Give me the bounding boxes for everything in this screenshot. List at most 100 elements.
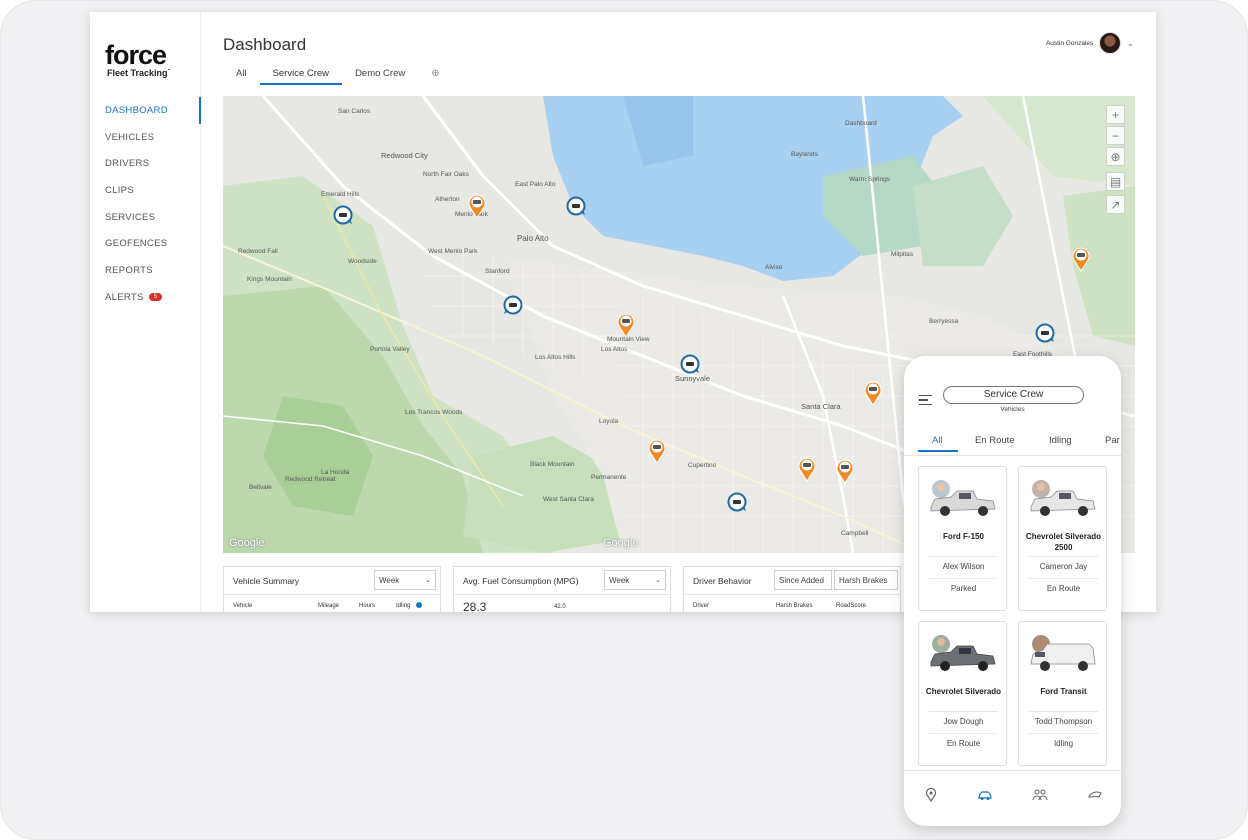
map-place-label: Sunnyvale [675, 374, 711, 383]
tab-en-route[interactable]: En Route [975, 435, 1015, 446]
sidebar-item-vehicles[interactable]: VEHICLES [90, 124, 201, 151]
map-place-label: Redwood Retreat [285, 476, 336, 483]
column-header: Idling [396, 603, 411, 609]
sidebar-item-services[interactable]: SERVICES [90, 204, 201, 231]
period-select[interactable]: Week ⌄ [604, 570, 666, 590]
sidebar-item-dashboard[interactable]: DASHBOARD [90, 97, 201, 124]
map-place-label: Baylands [791, 151, 818, 158]
tab-demo-crew[interactable]: Demo Crew [342, 66, 418, 85]
table-header: Driver Harsh Brakes RoadScore [684, 594, 900, 609]
map-place-label: Loyola [599, 418, 619, 425]
sidebar-item-label: DRIVERS [105, 158, 150, 170]
sidebar-item-reports[interactable]: REPORTS [90, 257, 201, 284]
google-attribution: Google [603, 537, 639, 549]
group-icon[interactable] [1032, 787, 1048, 803]
car-icon[interactable] [977, 787, 993, 803]
info-icon[interactable] [416, 602, 422, 608]
vehicle-marker-icon[interactable] [1035, 323, 1055, 343]
column-header: RoadScore [836, 603, 867, 609]
sidebar-item-alerts[interactable]: ALERTS 5 [90, 284, 201, 311]
vehicle-marker-icon[interactable] [727, 492, 747, 512]
metric-select-value: Harsh Brakes [839, 576, 888, 585]
range-select[interactable]: Since Added [774, 570, 832, 590]
locate-icon[interactable]: ⊕ [1106, 147, 1125, 166]
add-tab-icon[interactable]: ⊕ [418, 66, 452, 85]
map-place-label: La Honda [321, 469, 350, 476]
map-place-label: Warm Springs [849, 176, 890, 183]
divider [1029, 578, 1098, 579]
vehicle-pin-icon[interactable] [863, 380, 883, 406]
chevron-down-icon: ⌄ [1127, 38, 1134, 48]
vehicle-name: Ford Transit [1040, 687, 1087, 696]
map-place-label: San Carlos [338, 108, 371, 115]
vehicle-pin-icon[interactable] [616, 312, 636, 338]
chevron-down-icon: ⌄ [425, 577, 431, 584]
active-tab-indicator [918, 450, 958, 452]
fuel-value: 28.3 [463, 600, 487, 612]
sidebar-item-label: VEHICLES [105, 131, 155, 143]
map-place-label: West Santa Clara [543, 496, 594, 503]
crew-tabs: All Service Crew Demo Crew ⊕ [223, 66, 453, 85]
vehicle-pin-icon[interactable] [797, 456, 817, 482]
fullscreen-icon[interactable]: ↗ [1106, 195, 1125, 214]
vehicle-pin-icon[interactable] [467, 193, 487, 219]
column-header: Mileage [318, 603, 340, 609]
tab-all[interactable]: All [223, 66, 260, 85]
map-place-label: Stanford [485, 268, 510, 275]
map-pin-icon[interactable] [923, 787, 939, 803]
vehicle-card[interactable]: Chevrolet Silverado 2500 Cameron Jay En … [1018, 466, 1107, 611]
map-place-label: Portola Valley [370, 346, 410, 353]
driver-name: Todd Thompson [1034, 717, 1093, 726]
vehicle-marker-icon[interactable] [566, 196, 586, 216]
tab-all[interactable]: All [932, 435, 943, 446]
sidebar-nav: DASHBOARD VEHICLES DRIVERS CLIPS SERVICE… [90, 97, 201, 311]
map-place-label: Milpitas [891, 251, 914, 258]
vehicle-marker-icon[interactable] [503, 295, 523, 315]
google-attribution: Google [229, 537, 265, 549]
vehicle-marker-icon[interactable] [680, 354, 700, 374]
driver-name: Jow Dough [943, 717, 984, 726]
sidebar-item-drivers[interactable]: DRIVERS [90, 150, 201, 177]
sidebar: force Fleet Tracking˙ DASHBOARD VEHICLES… [90, 12, 201, 612]
vehicle-card[interactable]: Ford Transit Todd Thompson Idling [1018, 621, 1107, 766]
user-name: Austin Gonzales [1045, 39, 1094, 47]
map-place-label: Woodside [348, 258, 377, 265]
tab-service-crew[interactable]: Service Crew [259, 66, 343, 85]
vehicle-pin-icon[interactable] [835, 458, 855, 484]
vehicle-status: Idling [1053, 739, 1074, 748]
map-place-label: Los Altos [601, 346, 628, 353]
table-header: Vehicle Mileage Hours Idling [224, 594, 440, 609]
map-place-label: West Menlo Park [428, 248, 478, 255]
vehicle-card[interactable]: Ford F-150 Alex Wilson Parked [918, 466, 1007, 611]
vehicle-marker-icon[interactable] [333, 205, 353, 225]
tab-parked[interactable]: Par [1105, 435, 1120, 446]
vehicle-status: En Route [1046, 584, 1081, 593]
map-place-label: Black Mountain [530, 461, 575, 468]
map-place-label: Alviso [765, 264, 783, 271]
sidebar-item-geofences[interactable]: GEOFENCES [90, 230, 201, 257]
user-menu[interactable]: Austin Gonzales ⌄ [1046, 32, 1134, 54]
steering-wheel-icon[interactable] [1087, 787, 1103, 803]
zoom-out-button[interactable]: − [1106, 126, 1125, 145]
period-select[interactable]: Week ⌄ [374, 570, 436, 590]
map-place-label: Palo Alto [517, 234, 549, 243]
divider [929, 711, 998, 712]
layers-icon[interactable]: ▤ [1106, 172, 1125, 191]
vehicle-card[interactable]: Chevrolet Silverado Jow Dough En Route [918, 621, 1007, 766]
vehicle-name: Chevrolet Silverado 2500 [1025, 532, 1102, 552]
map-place-label: East Palo Alto [515, 181, 556, 188]
truck-image [1030, 480, 1096, 516]
metric-select[interactable]: Harsh Brakes [834, 570, 898, 590]
column-header: Hours [359, 603, 376, 609]
vehicle-pin-icon[interactable] [647, 438, 667, 464]
zoom-in-button[interactable]: + [1106, 105, 1125, 124]
vehicle-pin-icon[interactable] [1071, 246, 1091, 272]
divider [929, 733, 998, 734]
sidebar-item-clips[interactable]: CLIPS [90, 177, 201, 204]
sidebar-item-label: REPORTS [105, 264, 153, 276]
widget-title: Avg. Fuel Consumption (MPG) [463, 576, 579, 586]
crew-selector[interactable]: Service Crew [943, 386, 1084, 404]
avatar [1099, 32, 1122, 54]
column-header: Harsh Brakes [776, 603, 813, 609]
tab-idling[interactable]: Idling [1049, 435, 1072, 446]
